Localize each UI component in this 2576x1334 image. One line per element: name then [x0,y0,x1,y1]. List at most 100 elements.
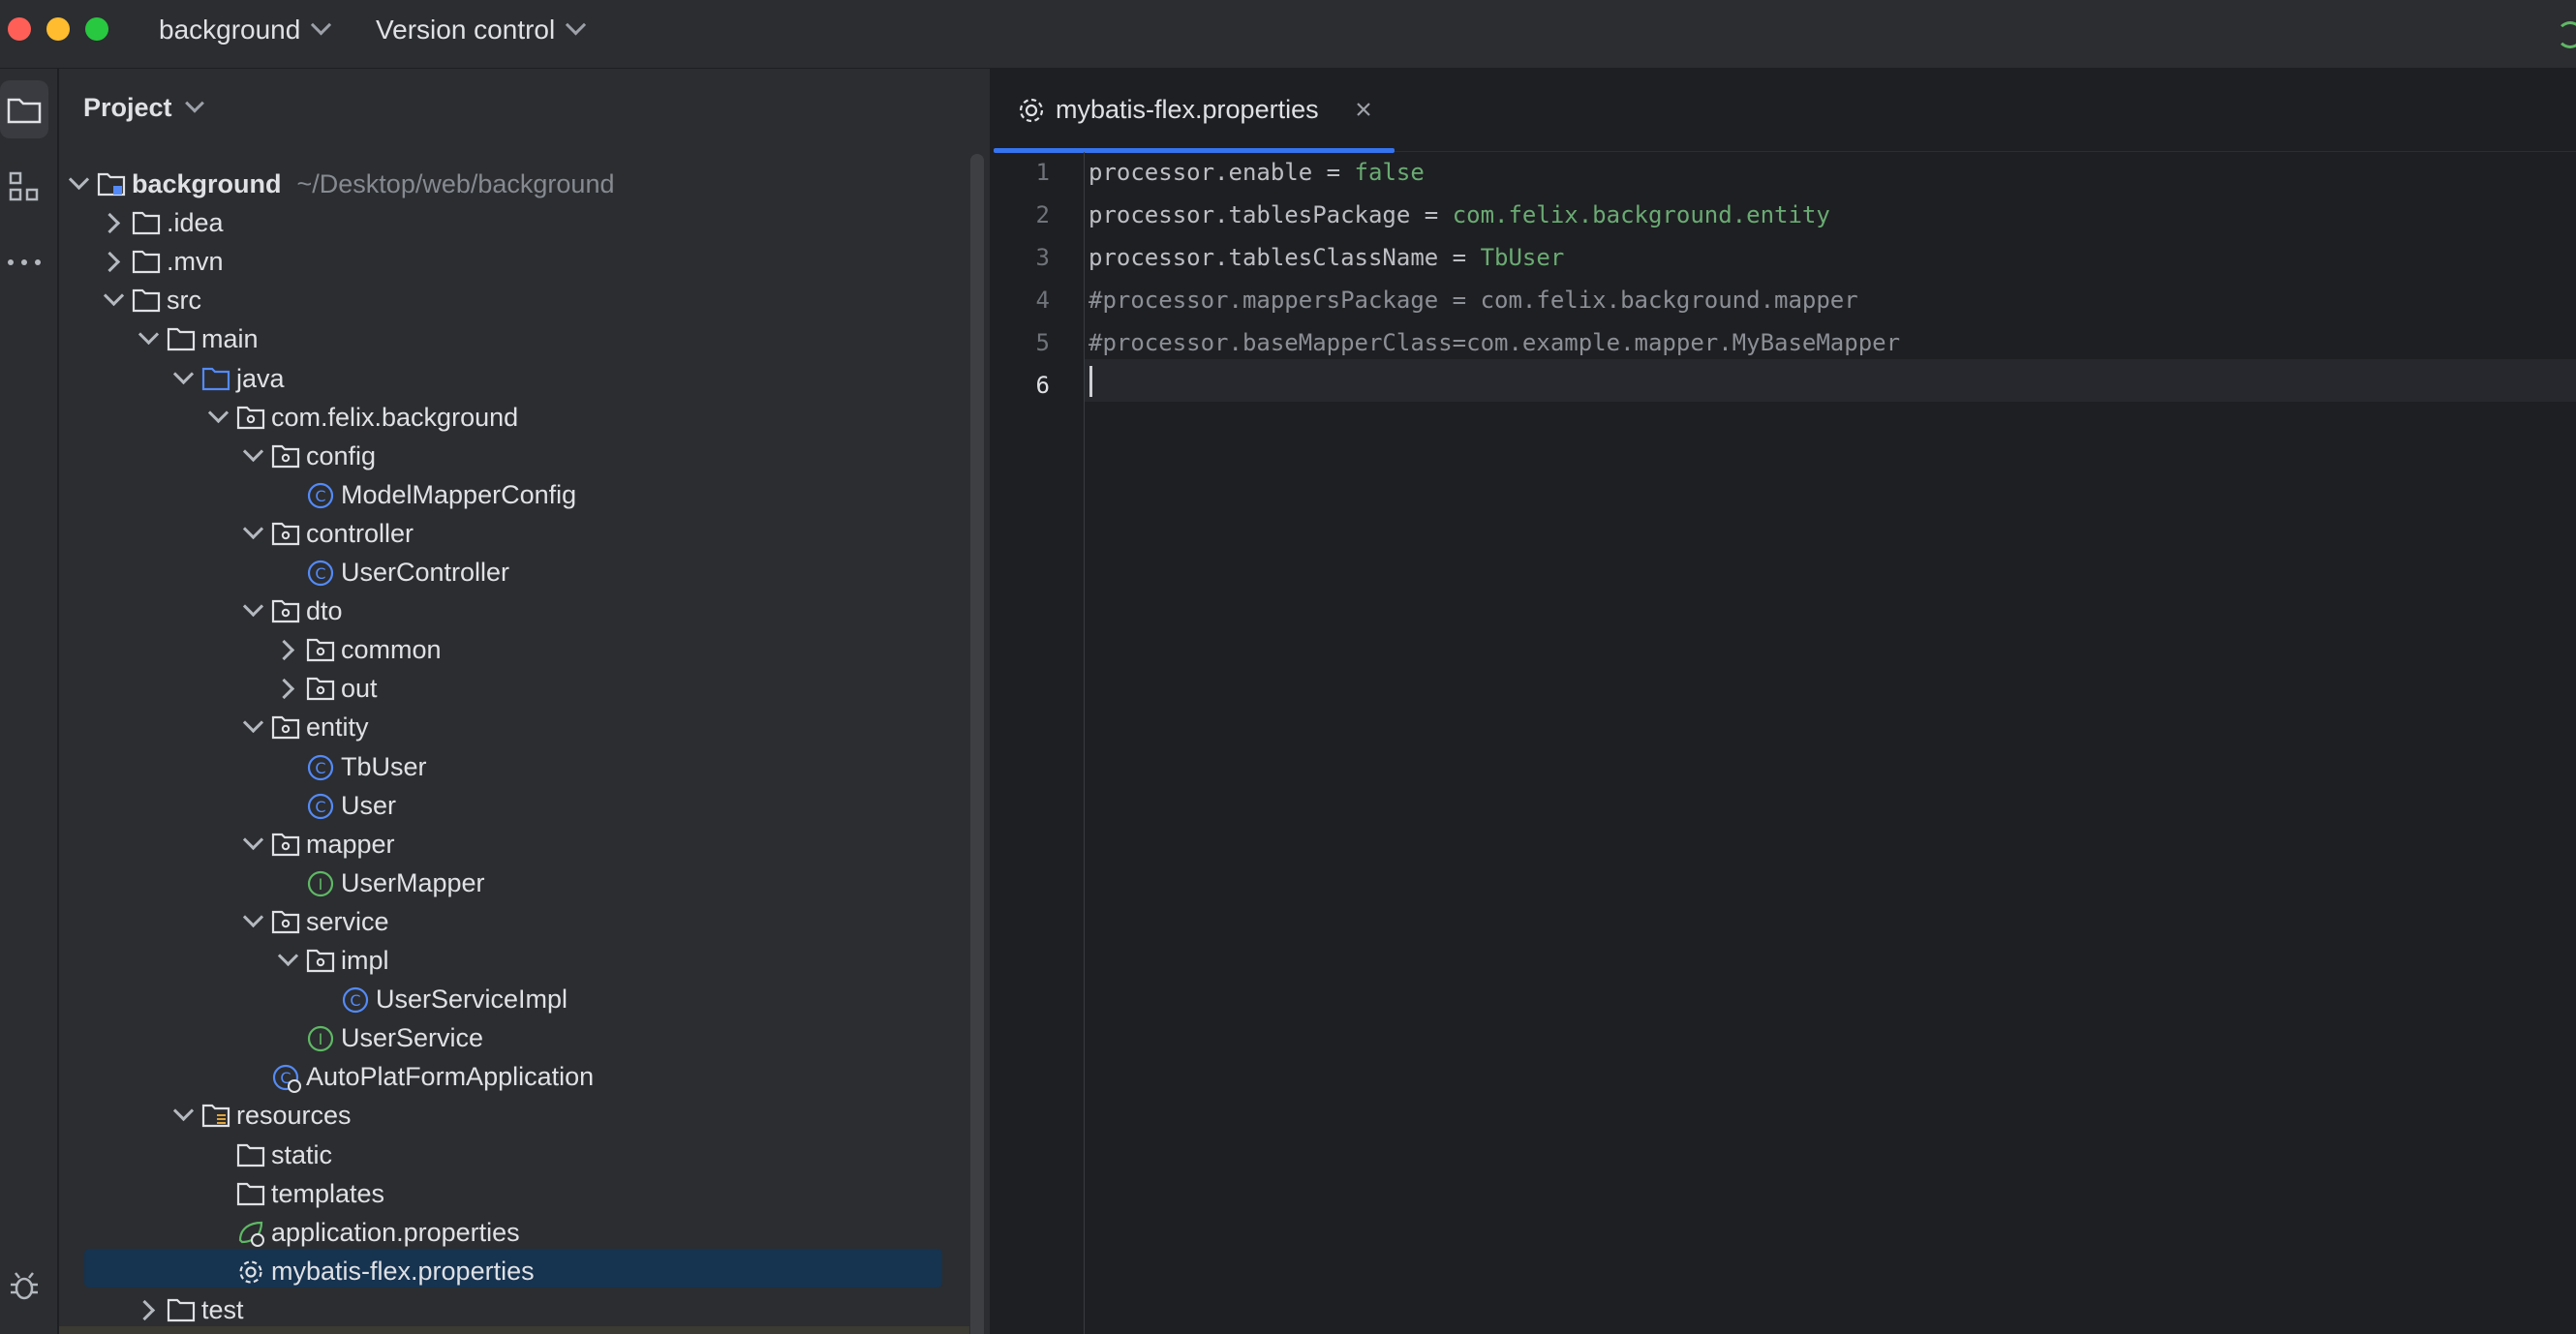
tree-item-label: background ~/Desktop/web/background [132,169,615,198]
tree-file-application-properties[interactable]: application.properties [59,1213,950,1252]
debug-tool-button[interactable] [0,1258,48,1316]
tree-package-config[interactable]: config [59,437,950,475]
interface-icon: I [306,1024,335,1052]
tree-package-impl[interactable]: impl [59,941,950,980]
tree-file-mybatis-flex-properties[interactable]: mybatis-flex.properties [59,1248,950,1290]
chevron-down-icon[interactable] [242,712,264,734]
close-icon[interactable] [1353,99,1374,120]
tree-folder-test[interactable]: test [59,1290,950,1329]
interface-icon: I [306,869,335,896]
tree-interface-userservice[interactable]: I UserService [59,1018,950,1057]
chevron-down-icon[interactable] [68,168,90,191]
tree-package-out[interactable]: out [59,669,950,708]
tree-item-path: ~/Desktop/web/background [296,169,615,198]
chevron-right-icon[interactable] [273,679,295,700]
class-icon: C [306,481,335,508]
tab-mybatis-flex-properties[interactable]: mybatis-flex.properties [994,69,1395,153]
resources-folder-icon [201,1102,230,1129]
tree-item-label: TbUser [341,751,427,781]
code-line: #processor.baseMapperClass=com.example.m… [1089,329,1900,356]
tree-package-dto[interactable]: dto [59,591,950,630]
svg-text:C: C [315,564,325,583]
vcs-menu[interactable]: Version control [376,0,587,60]
package-icon [271,520,300,547]
tree-folder-templates[interactable]: templates [59,1174,950,1213]
tree-folder-src[interactable]: src [59,281,950,319]
more-tools-button[interactable] [0,233,48,291]
tree-package-com-felix-background[interactable]: com.felix.background [59,398,950,437]
chevron-down-icon[interactable] [172,1101,195,1122]
package-icon [271,597,300,624]
structure-icon [9,171,39,201]
tree-item-label: AutoPlatFormApplication [306,1062,595,1092]
tree-class-autoplatformapplication[interactable]: C AutoPlatFormApplication [59,1057,950,1096]
line-number: 2 [1035,201,1050,228]
chevron-down-icon[interactable] [207,402,230,423]
chevron-down-icon[interactable] [138,324,160,346]
tree-folder-static[interactable]: static [59,1136,950,1174]
tree-item-label: User [341,790,397,820]
project-switcher[interactable]: background [159,0,332,60]
property-key: processor.tablesPackage = [1089,201,1453,228]
property-key: processor.enable = [1089,159,1355,186]
svg-text:C: C [315,798,325,816]
tree-class-tbuser[interactable]: C TbUser [59,747,950,786]
chevron-down-icon[interactable] [277,945,299,967]
tab-label: mybatis-flex.properties [1056,95,1319,124]
svg-text:C: C [350,991,360,1010]
chevron-down-icon[interactable] [242,906,264,927]
tree-item-label: application.properties [271,1217,520,1247]
chevron-right-icon[interactable] [273,640,295,661]
chevron-right-icon[interactable] [134,1299,156,1320]
tree-folder-mvn[interactable]: .mvn [59,242,950,281]
structure-tool-button[interactable] [0,158,48,216]
chevron-down-icon[interactable] [242,595,264,618]
property-value: TbUser [1480,244,1565,271]
chevron-down-icon [566,14,587,35]
close-window-button[interactable] [8,17,31,41]
tree-root-background[interactable]: background ~/Desktop/web/background [59,165,950,203]
tree-item-label: entity [306,712,369,743]
tree-folder-target[interactable]: target [59,1326,969,1334]
tree-item-label: dto [306,596,343,626]
zoom-window-button[interactable] [85,17,108,41]
project-view-selector[interactable]: Project [83,88,204,127]
tree-folder-resources[interactable]: resources [59,1096,950,1135]
chevron-down-icon[interactable] [242,518,264,539]
chevron-down-icon[interactable] [103,286,125,307]
chevron-down-icon[interactable] [242,829,264,850]
tree-class-user[interactable]: C User [59,786,950,825]
tree-package-common[interactable]: common [59,630,950,669]
tree-package-entity[interactable]: entity [59,708,950,746]
tree-package-controller[interactable]: controller [59,514,950,553]
source-folder-icon [201,365,230,392]
tree-class-modelmapperconfig[interactable]: C ModelMapperConfig [59,475,950,514]
tree-folder-java[interactable]: java [59,359,950,398]
package-icon [236,404,265,431]
minimize-window-button[interactable] [46,17,70,41]
text-caret [1089,366,1092,397]
tree-item-label: UserMapper [341,867,485,897]
tree-package-service[interactable]: service [59,902,950,941]
chevron-down-icon[interactable] [172,363,195,384]
folder-icon [7,98,42,124]
tree-interface-usermapper[interactable]: I UserMapper [59,864,950,902]
chevron-right-icon[interactable] [99,252,121,273]
tree-class-usercontroller[interactable]: C UserController [59,553,950,591]
tree-item-label: UserController [341,558,510,587]
property-key: processor.tablesClassName = [1089,244,1481,271]
chevron-down-icon[interactable] [242,440,264,462]
project-tool-button[interactable] [0,80,48,138]
tree-item-label: UserServiceImpl [376,985,568,1015]
tree-scrollbar[interactable] [970,154,984,1334]
folder-icon [236,1141,265,1168]
line-number: 4 [1035,287,1050,314]
tree-class-userserviceimpl[interactable]: C UserServiceImpl [59,980,950,1018]
line-number: 3 [1035,244,1050,271]
tree-item-label: main [201,324,259,354]
tree-package-mapper[interactable]: mapper [59,825,950,864]
tree-folder-idea[interactable]: .idea [59,203,950,242]
chevron-right-icon[interactable] [99,212,121,234]
tree-folder-main[interactable]: main [59,319,950,358]
class-icon: C [306,792,335,819]
